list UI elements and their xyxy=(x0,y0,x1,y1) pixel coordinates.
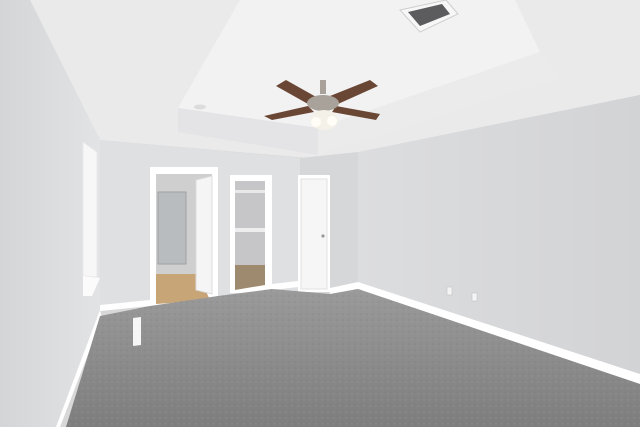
recessed-light xyxy=(194,104,206,110)
shower-glass xyxy=(157,191,187,265)
window xyxy=(82,141,98,278)
fan-motor-housing xyxy=(307,95,339,111)
door-knob xyxy=(321,234,325,238)
bedroom-scene xyxy=(0,0,640,427)
bathroom-door xyxy=(195,175,213,295)
fan-bulb xyxy=(311,117,321,127)
hallway-door xyxy=(300,178,328,290)
wall-outlet xyxy=(446,286,453,296)
closet-rod xyxy=(235,190,265,193)
closet-interior xyxy=(235,181,265,265)
closet-shelf xyxy=(235,228,265,232)
wall-outlet xyxy=(471,292,478,302)
sunlight-patch xyxy=(133,317,141,346)
fan-bulb xyxy=(327,116,337,126)
fan-downrod xyxy=(320,80,326,94)
